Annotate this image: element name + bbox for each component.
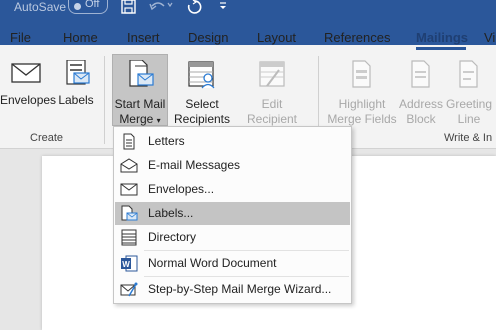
select-recipients-label-1: Select <box>185 97 219 111</box>
title-bar: AutoSave Off <box>0 0 496 20</box>
highlight-merge-fields-icon <box>326 60 398 94</box>
envelopes-label: Envelopes <box>0 93 57 107</box>
start-mail-merge-button[interactable]: Start Mail Merge ▾ <box>112 59 168 128</box>
labels-label: Labels <box>58 93 94 107</box>
menu-item-email-messages[interactable]: E-mail Messages <box>115 154 350 177</box>
labels-icon <box>56 59 96 90</box>
letter-icon <box>120 133 138 150</box>
greeting-line-button[interactable]: Greeting Line <box>444 60 494 127</box>
address-block-label-1: Address <box>398 97 444 111</box>
menu-item-letters[interactable]: Letters <box>115 130 350 153</box>
tab-view[interactable]: Vi <box>484 30 495 45</box>
directory-icon <box>120 229 138 246</box>
autosave-toggle[interactable]: Off <box>68 0 108 14</box>
greeting-line-label-1: Greeting <box>445 97 493 111</box>
menu-item-label: Normal Word Document <box>148 256 277 270</box>
address-block-button[interactable]: Address Block <box>398 60 444 127</box>
menu-item-directory[interactable]: Directory <box>115 226 350 249</box>
address-block-icon <box>398 60 444 94</box>
customize-qat-icon[interactable] <box>218 0 228 17</box>
tab-references[interactable]: References <box>324 30 390 45</box>
tab-layout[interactable]: Layout <box>257 30 296 45</box>
labels-button[interactable]: Labels <box>56 59 96 108</box>
menu-item-normal-word-document[interactable]: W Normal Word Document <box>115 252 350 275</box>
highlight-merge-fields-button[interactable]: Highlight Merge Fields <box>326 60 398 127</box>
menu-item-mail-merge-wizard[interactable]: Step-by-Step Mail Merge Wizard... <box>115 278 350 301</box>
envelope-icon <box>0 60 52 90</box>
select-recipients-icon <box>172 60 232 94</box>
wizard-icon <box>120 281 138 298</box>
chevron-down-icon: ▾ <box>156 116 161 125</box>
word-document-icon: W <box>120 255 138 272</box>
tab-mailings[interactable]: Mailings <box>416 30 468 45</box>
menu-item-label: Letters <box>148 134 185 148</box>
autosave-label: AutoSave <box>14 0 67 14</box>
greeting-line-label-2: Line <box>457 112 481 126</box>
select-recipients-label-2: Recipients <box>173 112 231 126</box>
highlight-label-1: Highlight <box>338 97 386 111</box>
group-label-write-insert: Write & In <box>444 132 493 144</box>
toggle-knob <box>74 3 81 10</box>
email-message-icon <box>120 157 138 174</box>
edit-recipient-list-icon <box>236 60 308 94</box>
menu-item-label: Labels... <box>148 206 194 220</box>
start-mail-merge-menu: Letters E-mail Messages Envelopes... Lab… <box>113 126 352 304</box>
menu-item-label: Envelopes... <box>148 182 215 196</box>
menu-item-label: Step-by-Step Mail Merge Wizard... <box>148 282 332 296</box>
address-block-label-2: Block <box>406 112 436 126</box>
tab-design[interactable]: Design <box>188 30 228 45</box>
greeting-line-icon <box>444 60 494 94</box>
svg-text:W: W <box>122 260 130 269</box>
redo-icon[interactable] <box>185 0 203 19</box>
undo-icon[interactable] <box>148 0 174 17</box>
menu-item-label: Directory <box>148 230 197 244</box>
labels-icon <box>120 205 138 222</box>
envelopes-button[interactable]: Envelopes <box>0 60 56 108</box>
menu-separator <box>144 276 349 277</box>
group-label-create: Create <box>30 132 64 144</box>
menu-item-envelopes[interactable]: Envelopes... <box>115 178 350 201</box>
start-mail-merge-label-2: Merge <box>119 112 154 126</box>
menu-item-labels[interactable]: Labels... <box>115 202 350 225</box>
tab-insert[interactable]: Insert <box>127 30 160 45</box>
group-separator <box>104 56 105 144</box>
tab-file[interactable]: File <box>10 30 31 45</box>
ribbon-tabs: File Home Insert Design Layout Reference… <box>0 20 496 70</box>
autosave-state: Off <box>85 0 100 10</box>
tab-home[interactable]: Home <box>63 30 98 45</box>
edit-recipient-list-label-1: Edit <box>261 97 283 111</box>
envelope-icon <box>120 181 138 198</box>
start-mail-merge-icon <box>112 59 168 94</box>
save-icon[interactable] <box>120 0 138 19</box>
highlight-label-2: Merge Fields <box>327 112 397 126</box>
menu-item-label: E-mail Messages <box>148 158 241 172</box>
start-mail-merge-label-1: Start Mail <box>114 97 166 111</box>
menu-separator <box>144 250 349 251</box>
